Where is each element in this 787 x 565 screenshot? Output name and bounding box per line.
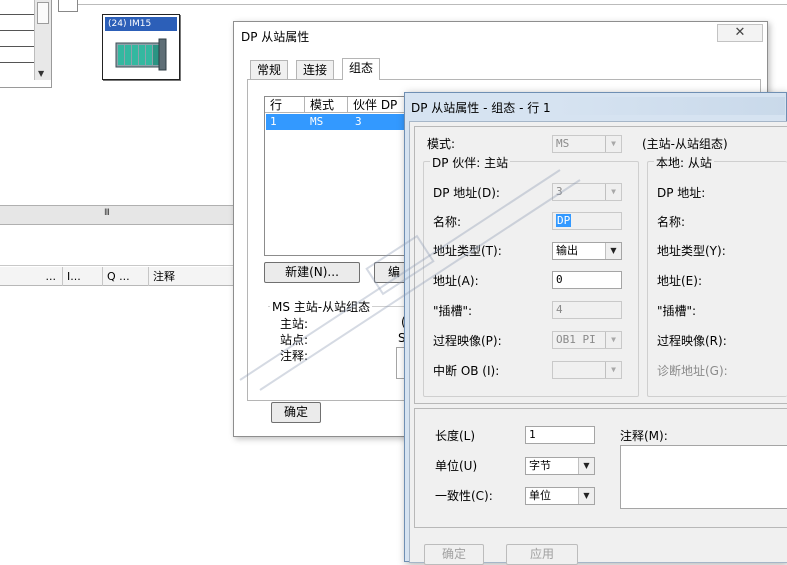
column-header[interactable]: I...: [63, 267, 103, 286]
address-panel: 模式: MS ▼ (主站-从站组态) DP 伙伴: 主站 DP 地址(D): 3…: [414, 126, 787, 404]
new-button[interactable]: 新建(N)...: [264, 262, 360, 283]
unit-select[interactable]: 字节 ▼: [525, 457, 595, 475]
consistency-value: 单位: [529, 489, 551, 502]
comment-label: 注释:: [280, 349, 309, 363]
group-title: MS 主站-从站组态: [270, 298, 373, 315]
station-label: 站点:: [280, 333, 309, 347]
module-rack-icon: [115, 38, 167, 71]
dp-partner-group: DP 伙伴: 主站 DP 地址(D): 3 ▼ 名称: DP 地址类型(T): …: [423, 154, 639, 397]
rack-frame: [58, 0, 78, 12]
mode-label: 模式:: [427, 137, 456, 151]
local-slave-group: 本地: 从站 DP 地址: 名称: 地址类型(Y): 地址(E): "插槽": …: [647, 154, 787, 397]
list-row-line: [0, 14, 34, 15]
dp-address-value: 3: [556, 185, 563, 198]
list-row-line: [0, 46, 34, 47]
name-field[interactable]: DP: [552, 212, 622, 230]
chevron-down-icon: ▼: [605, 362, 621, 378]
chevron-down-icon: ▼: [578, 488, 594, 504]
local-diag-address-label: 诊断地址(G):: [657, 364, 728, 378]
column-header[interactable]: ...: [0, 267, 63, 286]
address-type-label: 地址类型(T):: [433, 244, 502, 258]
name-label: 名称:: [433, 215, 462, 229]
address-label: 地址(A):: [433, 274, 479, 288]
title-bar-fade: [555, 97, 785, 115]
list-vertical-scrollbar[interactable]: ▼: [34, 0, 51, 80]
interrupt-ob-select[interactable]: ▼: [552, 361, 622, 379]
splitter-grip-icon[interactable]: III: [104, 208, 110, 218]
dp-address-select[interactable]: 3 ▼: [552, 183, 622, 201]
local-address-type-label: 地址类型(Y):: [657, 244, 726, 258]
slot-label: "插槽":: [433, 304, 473, 318]
dialog-title: DP 从站属性 - 组态 - 行 1: [411, 101, 551, 115]
unit-label: 单位(U): [435, 459, 478, 473]
master-label: 主站:: [280, 317, 309, 331]
splitter-bar[interactable]: III: [0, 205, 240, 225]
im15-module-card[interactable]: (24) IM15: [102, 14, 180, 80]
mode-select[interactable]: MS ▼: [552, 135, 622, 153]
column-header[interactable]: Q ...: [103, 267, 149, 286]
process-image-label: 过程映像(P):: [433, 334, 502, 348]
mode-hint: (主站-从站组态): [642, 137, 728, 151]
detail-panel: [0, 226, 240, 266]
group-title: DP 伙伴: 主站: [430, 154, 511, 171]
length-panel: 长度(L) 1 单位(U) 字节 ▼ 一致性(C): 单位 ▼ 注释(M):: [414, 408, 787, 528]
chevron-down-icon: ▼: [605, 243, 621, 259]
dialog-client-area: 模式: MS ▼ (主站-从站组态) DP 伙伴: 主站 DP 地址(D): 3…: [409, 121, 787, 565]
column-header-comment[interactable]: 注释: [149, 267, 240, 286]
address-type-select[interactable]: 输出 ▼: [552, 242, 622, 260]
comment-textarea[interactable]: [620, 445, 787, 509]
config-row-dialog: DP 从站属性 - 组态 - 行 1 模式: MS ▼ (主站-从站组态) DP…: [404, 92, 787, 565]
column-header-row[interactable]: 行: [265, 97, 305, 113]
name-value: DP: [556, 214, 572, 227]
unit-value: 字节: [529, 459, 551, 472]
ms-config-group: MS 主站-从站组态 主站: 站点: 注释: ( S: [268, 298, 416, 390]
module-label: (24) IM15: [105, 17, 177, 31]
address-type-value: 输出: [556, 244, 578, 257]
ok-button[interactable]: 确定: [271, 402, 321, 423]
tab-connections[interactable]: 连接: [296, 60, 335, 80]
local-process-image-label: 过程映像(R):: [657, 334, 727, 348]
chevron-down-icon: ▼: [578, 458, 594, 474]
local-dp-address-label: DP 地址:: [657, 186, 706, 200]
local-name-label: 名称:: [657, 215, 686, 229]
group-title: 本地: 从站: [654, 154, 714, 171]
close-icon: ✕: [734, 25, 746, 40]
chevron-down-icon: ▼: [605, 136, 621, 152]
comment-label: 注释(M):: [620, 429, 668, 443]
length-label: 长度(L): [435, 429, 476, 443]
table-row[interactable]: 1 MS 3: [266, 114, 426, 130]
interrupt-ob-label: 中断 OB (I):: [433, 364, 500, 378]
local-slot-label: "插槽":: [657, 304, 697, 318]
dialog-title: DP 从站属性: [241, 30, 310, 44]
chevron-down-icon: ▼: [605, 332, 621, 348]
scrollbar-thumb[interactable]: [37, 2, 49, 24]
tab-general[interactable]: 常规: [250, 60, 289, 80]
slot-field[interactable]: 4: [552, 301, 622, 319]
consistency-label: 一致性(C):: [435, 489, 493, 503]
process-image-value: OB1 PI: [556, 333, 596, 346]
tab-configuration[interactable]: 组态: [342, 58, 381, 80]
local-address-label: 地址(E):: [657, 274, 702, 288]
dp-address-label: DP 地址(D):: [433, 186, 500, 200]
column-header-mode[interactable]: 模式: [305, 97, 348, 113]
cell-row: 1: [270, 115, 277, 128]
list-row-line: [0, 62, 34, 63]
mode-value: MS: [556, 137, 570, 150]
workspace-top-edge: [78, 0, 787, 5]
process-image-select[interactable]: OB1 PI ▼: [552, 331, 622, 349]
scroll-down-arrow-icon[interactable]: ▼: [38, 69, 44, 78]
chevron-down-icon: ▼: [605, 184, 621, 200]
length-input[interactable]: 1: [525, 426, 595, 444]
detail-table-header: ... I... Q ... 注释: [0, 267, 240, 286]
close-button[interactable]: ✕: [717, 24, 763, 42]
cell-partner: 3: [355, 115, 362, 128]
cell-mode: MS: [310, 115, 324, 128]
address-input[interactable]: 0: [552, 271, 622, 289]
list-row-line: [0, 30, 34, 31]
consistency-select[interactable]: 单位 ▼: [525, 487, 595, 505]
